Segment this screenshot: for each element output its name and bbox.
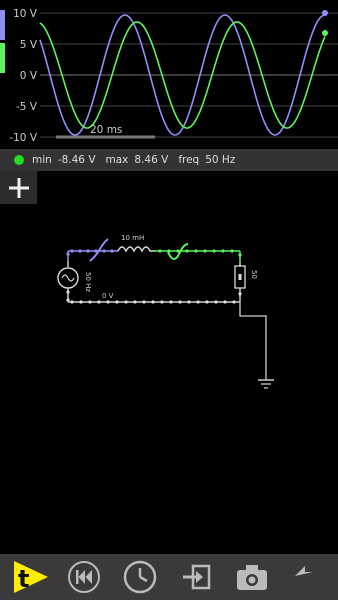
current-dot: [94, 249, 98, 253]
oscilloscope[interactable]: 10 V 5 V 0 V -5 V -10 V 20 ms: [0, 0, 338, 148]
current-dot: [133, 300, 137, 304]
min-label: min: [32, 154, 52, 166]
screenshot-button[interactable]: [224, 554, 280, 600]
import-icon: [183, 564, 211, 590]
current-dot: [66, 298, 70, 302]
current-dot: [185, 249, 189, 253]
current-dot: [102, 249, 106, 253]
current-dot: [187, 300, 191, 304]
freq-label: freq: [178, 154, 200, 166]
min-value: -8.46 V: [57, 154, 96, 166]
reset-button[interactable]: [56, 554, 112, 600]
current-dot: [79, 300, 83, 304]
current-dot: [86, 249, 90, 253]
run-toggle-button[interactable]: t: [0, 554, 56, 600]
current-dot: [106, 300, 110, 304]
source-label: 50 Hz: [84, 272, 92, 292]
current-dot: [221, 249, 225, 253]
current-dot: [167, 249, 171, 253]
current-dot: [169, 300, 173, 304]
current-dot: [214, 300, 218, 304]
current-dot: [176, 249, 180, 253]
current-dot: [66, 252, 70, 256]
timescale-label: 20 ms: [90, 124, 122, 136]
current-dot: [196, 300, 200, 304]
current-wave-blue: [89, 238, 109, 262]
current-dot: [212, 249, 216, 253]
circuit-diagram: 10 mH 50 Hz 0 V 50: [57, 234, 274, 389]
current-dot: [238, 253, 242, 257]
y-tick: -10 V: [9, 132, 37, 144]
trace-end-dot-green: [322, 30, 328, 36]
current-dot: [151, 300, 155, 304]
scope-plot: 10 V 5 V 0 V -5 V -10 V 20 ms: [0, 8, 338, 144]
current-dot: [78, 249, 82, 253]
undo-icon: [295, 566, 313, 576]
current-dot: [97, 300, 101, 304]
current-dot: [203, 249, 207, 253]
current-dot: [124, 300, 128, 304]
current-dot: [194, 249, 198, 253]
channel-tab-green[interactable]: [0, 43, 5, 73]
current-dot: [178, 300, 182, 304]
y-tick: 10 V: [13, 8, 38, 20]
current-dot: [66, 290, 70, 294]
y-tick: 5 V: [20, 39, 38, 51]
camera-icon: [237, 565, 267, 590]
import-button[interactable]: [168, 554, 224, 600]
sine-icon: [61, 274, 75, 282]
inductor-label: 10 mH: [121, 234, 144, 242]
inductor[interactable]: [117, 246, 155, 253]
ground-node-label: 0 V: [102, 292, 114, 300]
trace-end-dot-blue: [322, 10, 328, 16]
plus-icon: [8, 177, 29, 198]
bottom-toolbar: t: [0, 554, 338, 600]
current-dot: [88, 300, 92, 304]
rewind-icon: [68, 561, 100, 593]
current-dot: [70, 300, 74, 304]
freq-value: 50 Hz: [205, 154, 236, 166]
y-tick: -5 V: [16, 101, 38, 113]
y-tick: 0 V: [20, 70, 38, 82]
current-dot: [230, 249, 234, 253]
current-dot: [160, 300, 164, 304]
current-dot: [142, 300, 146, 304]
circuit-canvas[interactable]: 10 mH 50 Hz 0 V 50: [0, 204, 338, 554]
current-dot: [110, 249, 114, 253]
max-value: 8.46 V: [134, 154, 169, 166]
current-dot: [115, 300, 119, 304]
speed-button[interactable]: [112, 554, 168, 600]
resistor-label: 50: [250, 270, 258, 279]
t-play-icon: t: [14, 561, 48, 593]
status-dot: [14, 155, 24, 165]
current-dot: [232, 300, 236, 304]
current-dot: [158, 249, 162, 253]
current-dot: [223, 300, 227, 304]
ground-wire: [239, 302, 267, 380]
current-dot: [205, 300, 209, 304]
add-component-button[interactable]: [0, 171, 37, 204]
channel-tab-blue[interactable]: [0, 10, 5, 40]
current-dot: [70, 249, 74, 253]
scope-status-bar: min -8.46 V max 8.46 V freq 50 Hz: [0, 149, 338, 171]
resistor-body: [238, 274, 242, 280]
max-label: max: [105, 154, 129, 166]
current-dot: [238, 292, 242, 296]
undo-button[interactable]: [280, 554, 336, 600]
svg-text:t: t: [18, 565, 29, 593]
clock-icon: [123, 560, 157, 594]
